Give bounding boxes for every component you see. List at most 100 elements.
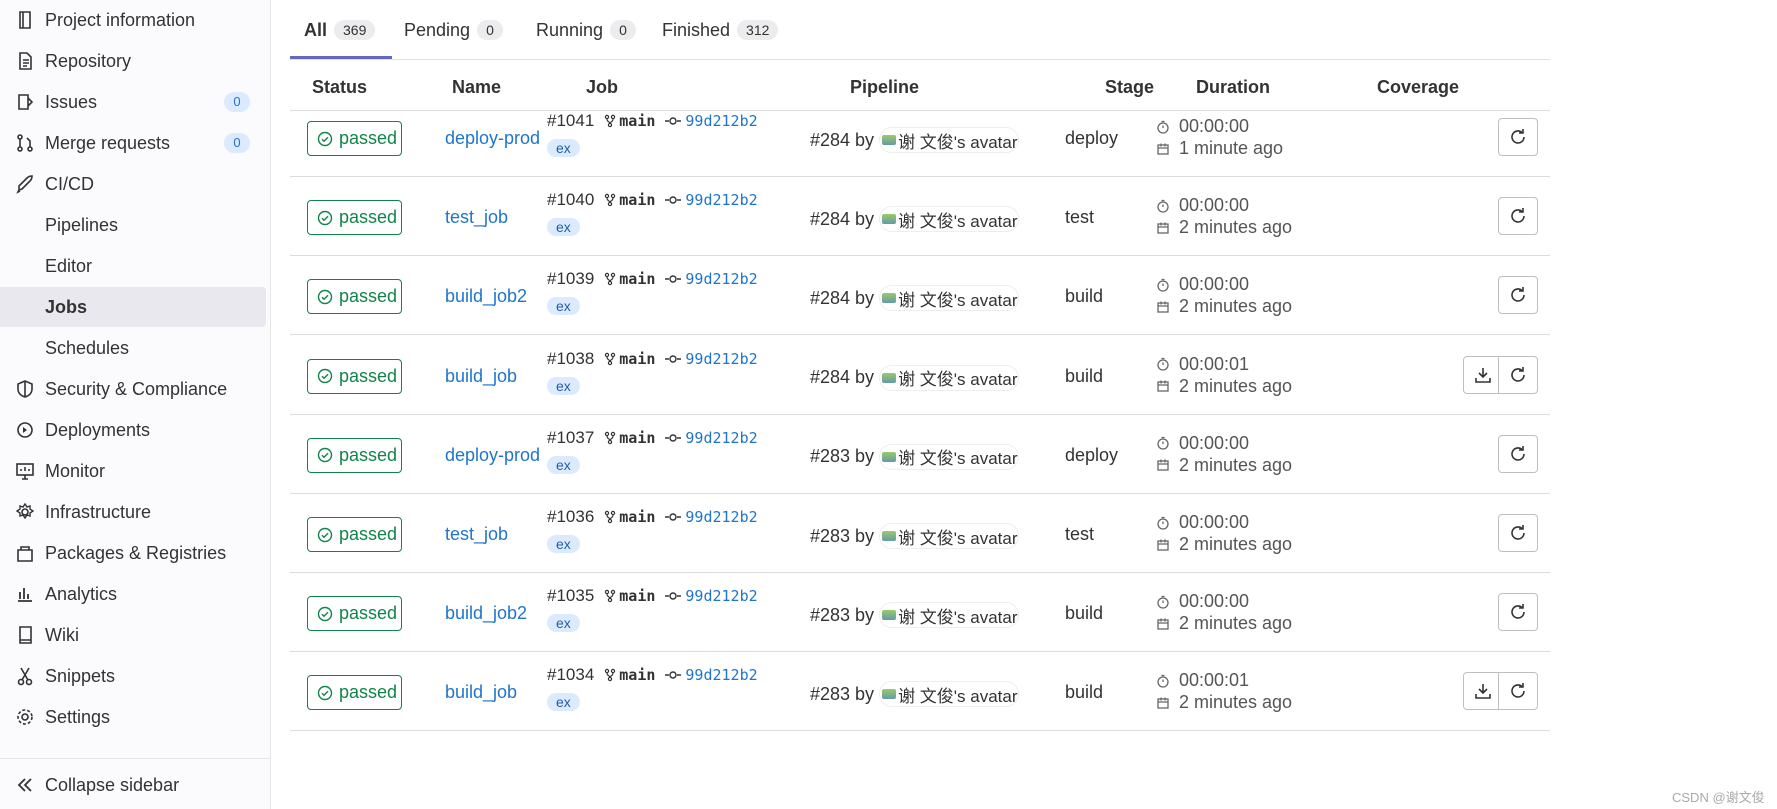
tab-pending[interactable]: Pending 0 (404, 17, 503, 43)
job-id-link[interactable]: #1034 (547, 665, 594, 685)
status-badge[interactable]: passed (307, 437, 402, 473)
pipeline-link[interactable]: #283 by (810, 605, 874, 626)
retry-button[interactable] (1498, 197, 1538, 236)
avatar[interactable]: 谢 文俊's avatar (879, 364, 1020, 391)
pipeline-link[interactable]: #284 by (810, 288, 874, 309)
retry-icon (1507, 680, 1529, 702)
job-name-link[interactable]: deploy-prod (445, 445, 540, 466)
duration-value: 00:00:01 (1179, 353, 1250, 374)
job-name-link[interactable]: build_job (445, 682, 517, 703)
sidebar-item-project-information[interactable]: Project information (0, 0, 266, 40)
collapse-sidebar-button[interactable]: Collapse sidebar (0, 765, 266, 805)
commit-sha-link[interactable]: 99d212b2 (685, 429, 757, 447)
status-badge[interactable]: passed (307, 596, 402, 632)
sidebar-item-editor[interactable]: Editor (0, 246, 266, 286)
avatar[interactable]: 谢 文俊's avatar (879, 443, 1020, 470)
download-artifacts-button[interactable] (1463, 355, 1503, 394)
status-badge[interactable]: passed (307, 121, 402, 156)
sidebar-item-security-compliance[interactable]: Security & Compliance (0, 369, 266, 409)
sidebar-item-ci-cd[interactable]: CI/CD (0, 164, 266, 204)
timer-icon (1156, 278, 1179, 292)
retry-button[interactable] (1498, 672, 1538, 711)
tab-all[interactable]: All 369 (304, 17, 376, 43)
pipeline-link[interactable]: #283 by (810, 446, 874, 467)
sidebar-item-pipelines[interactable]: Pipelines (0, 205, 266, 245)
job-id-link[interactable]: #1035 (547, 586, 594, 606)
sidebar-item-issues[interactable]: Issues 0 (0, 82, 266, 122)
retry-button[interactable] (1498, 593, 1538, 632)
retry-button[interactable] (1498, 355, 1538, 394)
branch-link[interactable]: main (619, 112, 655, 130)
avatar[interactable]: 谢 文俊's avatar (879, 602, 1020, 629)
job-name-link[interactable]: test_job (445, 207, 508, 228)
tab-running[interactable]: Running 0 (536, 17, 636, 43)
sidebar-item-analytics[interactable]: Analytics (0, 574, 266, 614)
commit-sha-link[interactable]: 99d212b2 (685, 112, 757, 130)
branch-link[interactable]: main (619, 429, 655, 447)
duration: 00:00:00 (1156, 512, 1249, 533)
job-id-link[interactable]: #1038 (547, 349, 594, 369)
status-badge[interactable]: passed (307, 279, 402, 315)
sidebar-item-monitor[interactable]: Monitor (0, 451, 266, 491)
job-name-link[interactable]: build_job2 (445, 286, 527, 307)
commit-sha-link[interactable]: 99d212b2 (685, 350, 757, 368)
status-badge[interactable]: passed (307, 675, 402, 711)
pipeline-link[interactable]: #284 by (810, 209, 874, 230)
sidebar-item-wiki[interactable]: Wiki (0, 615, 266, 655)
tab-finished[interactable]: Finished 312 (662, 17, 779, 43)
pipeline-link[interactable]: #284 by (810, 367, 874, 388)
job-name-link[interactable]: build_job2 (445, 603, 527, 624)
avatar[interactable]: 谢 文俊's avatar (879, 523, 1020, 549)
sidebar-item-snippets[interactable]: Snippets (0, 656, 266, 696)
status-label: passed (339, 682, 398, 703)
timer-icon (1156, 120, 1179, 134)
pipeline-link[interactable]: #284 by (810, 130, 874, 151)
retry-button[interactable] (1498, 118, 1538, 156)
avatar[interactable]: 谢 文俊's avatar (879, 681, 1020, 708)
commit-sha-link[interactable]: 99d212b2 (685, 587, 757, 605)
job-id-link[interactable]: #1041 (547, 111, 594, 131)
sidebar-item-infrastructure[interactable]: Infrastructure (0, 492, 266, 532)
sidebar-item-settings[interactable]: Settings (0, 697, 266, 737)
status-badge[interactable]: passed (307, 358, 402, 394)
sidebar-item-packages-registries[interactable]: Packages & Registries (0, 533, 266, 573)
job-name-link[interactable]: test_job (445, 524, 508, 545)
branch-link[interactable]: main (619, 587, 655, 605)
sidebar-item-jobs[interactable]: Jobs (0, 287, 266, 327)
job-name-link[interactable]: deploy-prod (445, 128, 540, 149)
commit-sha-link[interactable]: 99d212b2 (685, 191, 757, 209)
branch-link[interactable]: main (619, 270, 655, 288)
sidebar-item-repository[interactable]: Repository (0, 41, 266, 81)
job-id-link[interactable]: #1040 (547, 190, 594, 210)
status-badge[interactable]: passed (307, 200, 402, 236)
calendar-icon (1156, 538, 1179, 552)
avatar[interactable]: 谢 文俊's avatar (879, 285, 1020, 312)
download-artifacts-button[interactable] (1463, 672, 1503, 711)
retry-button[interactable] (1498, 276, 1538, 315)
sidebar-item-schedules[interactable]: Schedules (0, 328, 266, 368)
commit-sha-link[interactable]: 99d212b2 (685, 666, 757, 684)
branch-link[interactable]: main (619, 191, 655, 209)
branch-link[interactable]: main (619, 350, 655, 368)
sidebar-item-deployments[interactable]: Deployments (0, 410, 266, 450)
branch-link[interactable]: main (619, 508, 655, 526)
branch-icon (599, 589, 616, 603)
job-id-link[interactable]: #1036 (547, 507, 594, 527)
avatar[interactable]: 谢 文俊's avatar (879, 206, 1020, 233)
avatar[interactable]: 谢 文俊's avatar (879, 127, 1020, 153)
commit-sha-link[interactable]: 99d212b2 (685, 508, 757, 526)
branch-link[interactable]: main (619, 666, 655, 684)
retry-button[interactable] (1498, 434, 1538, 473)
retry-button[interactable] (1498, 514, 1538, 552)
pipeline-link[interactable]: #283 by (810, 526, 874, 547)
job-name-link[interactable]: build_job (445, 366, 517, 387)
calendar-icon (1156, 617, 1179, 631)
pipeline-link[interactable]: #283 by (810, 684, 874, 705)
job-id-link[interactable]: #1039 (547, 269, 594, 289)
commit-sha-link[interactable]: 99d212b2 (685, 270, 757, 288)
status-badge[interactable]: passed (307, 517, 402, 552)
sidebar-item-merge-requests[interactable]: Merge requests 0 (0, 123, 266, 163)
sidebar-item-label: Snippets (45, 665, 116, 686)
job-id-link[interactable]: #1037 (547, 428, 594, 448)
check-circle-icon (317, 447, 339, 463)
